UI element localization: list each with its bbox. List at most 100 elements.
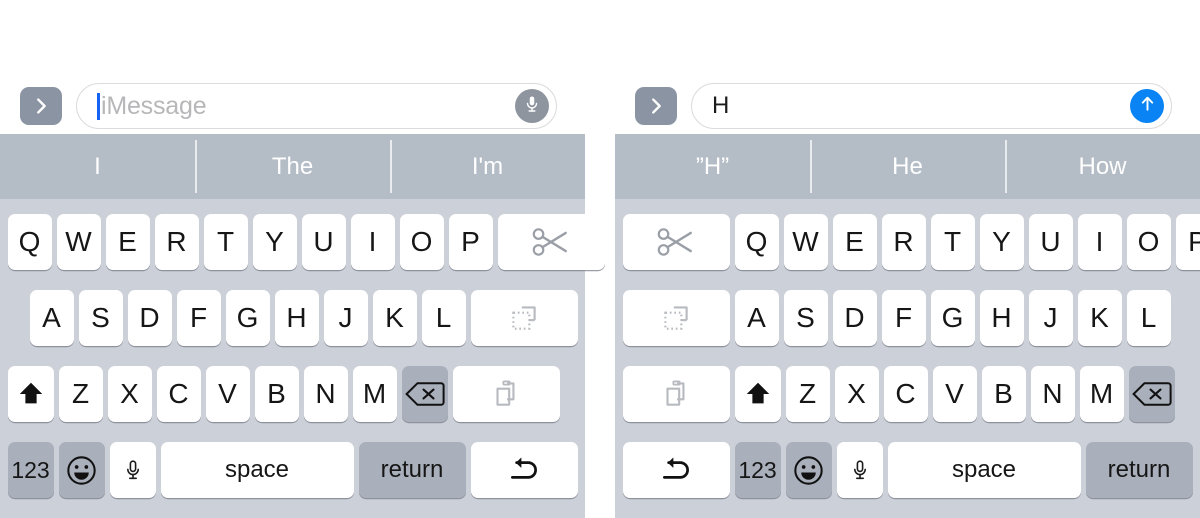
key-w[interactable]: W — [56, 214, 101, 270]
undo-arrow-icon — [505, 454, 543, 486]
key-label: E — [118, 226, 137, 257]
key-i[interactable]: I — [350, 214, 395, 270]
key-e[interactable]: E — [832, 214, 877, 270]
key-j[interactable]: J — [1028, 290, 1073, 346]
prediction-item[interactable]: How — [1005, 134, 1200, 199]
key-n[interactable]: N — [303, 366, 348, 422]
key-e[interactable]: E — [105, 214, 150, 270]
key-scissors-cut[interactable] — [497, 214, 605, 270]
key-c[interactable]: C — [156, 366, 201, 422]
keyboard-row: ZXCVBNM — [615, 362, 1200, 426]
key-copy[interactable] — [470, 290, 578, 346]
key-label: S — [796, 302, 815, 333]
prediction-item[interactable]: ”H” — [615, 134, 810, 199]
key-h[interactable]: H — [274, 290, 319, 346]
key-f[interactable]: F — [881, 290, 926, 346]
prediction-item[interactable]: The — [195, 134, 390, 199]
key-shift-arrow[interactable] — [7, 366, 54, 422]
message-input-field[interactable]: H — [691, 83, 1172, 129]
key-k[interactable]: K — [372, 290, 417, 346]
app-drawer-button[interactable] — [20, 87, 62, 125]
key-q[interactable]: Q — [734, 214, 779, 270]
key-label: N — [1042, 378, 1063, 409]
predictive-suggestion-bar: I The I'm — [0, 134, 585, 199]
key-o[interactable]: O — [399, 214, 444, 270]
key-v[interactable]: V — [932, 366, 977, 422]
key-label: U — [313, 226, 334, 257]
key-a[interactable]: A — [734, 290, 779, 346]
key-space[interactable]: space — [887, 442, 1081, 498]
key-b[interactable]: B — [254, 366, 299, 422]
key-label: B — [994, 378, 1013, 409]
key-i[interactable]: I — [1077, 214, 1122, 270]
key-backspace-delete[interactable] — [1128, 366, 1175, 422]
key-v[interactable]: V — [205, 366, 250, 422]
message-input-field[interactable]: iMessage — [76, 83, 557, 129]
key-123[interactable]: 123 — [7, 442, 54, 498]
key-p[interactable]: P — [448, 214, 493, 270]
key-l[interactable]: L — [421, 290, 466, 346]
key-n[interactable]: N — [1030, 366, 1075, 422]
key-paste[interactable] — [452, 366, 560, 422]
key-u[interactable]: U — [301, 214, 346, 270]
key-paste[interactable] — [622, 366, 730, 422]
key-z[interactable]: Z — [58, 366, 103, 422]
key-b[interactable]: B — [981, 366, 1026, 422]
key-p[interactable]: P — [1175, 214, 1200, 270]
key-d[interactable]: D — [127, 290, 172, 346]
key-s[interactable]: S — [783, 290, 828, 346]
key-undo-arrow[interactable] — [470, 442, 578, 498]
dictation-button[interactable] — [515, 89, 549, 123]
key-y[interactable]: Y — [979, 214, 1024, 270]
key-r[interactable]: R — [881, 214, 926, 270]
key-microphone[interactable] — [836, 442, 883, 498]
key-space[interactable]: space — [160, 442, 354, 498]
key-j[interactable]: J — [323, 290, 368, 346]
key-123[interactable]: 123 — [734, 442, 781, 498]
key-d[interactable]: D — [832, 290, 877, 346]
key-g[interactable]: G — [930, 290, 975, 346]
key-c[interactable]: C — [883, 366, 928, 422]
key-a[interactable]: A — [29, 290, 74, 346]
key-copy[interactable] — [622, 290, 730, 346]
key-backspace-delete[interactable] — [401, 366, 448, 422]
key-label: G — [236, 302, 259, 333]
key-emoji-smiley[interactable] — [58, 442, 105, 498]
key-undo-arrow[interactable] — [622, 442, 730, 498]
send-button[interactable] — [1130, 89, 1164, 123]
key-r[interactable]: R — [154, 214, 199, 270]
shift-arrow-icon — [16, 379, 46, 409]
key-o[interactable]: O — [1126, 214, 1171, 270]
key-t[interactable]: T — [930, 214, 975, 270]
key-g[interactable]: G — [225, 290, 270, 346]
key-s[interactable]: S — [78, 290, 123, 346]
key-w[interactable]: W — [783, 214, 828, 270]
key-microphone[interactable] — [109, 442, 156, 498]
key-return[interactable]: return — [358, 442, 466, 498]
key-q[interactable]: Q — [7, 214, 52, 270]
prediction-item[interactable]: I — [0, 134, 195, 199]
key-t[interactable]: T — [203, 214, 248, 270]
key-l[interactable]: L — [1126, 290, 1171, 346]
message-input-placeholder: iMessage — [101, 91, 207, 120]
prediction-item[interactable]: I'm — [390, 134, 585, 199]
copy-icon — [659, 301, 693, 335]
prediction-item[interactable]: He — [810, 134, 1005, 199]
key-u[interactable]: U — [1028, 214, 1073, 270]
key-h[interactable]: H — [979, 290, 1024, 346]
key-x[interactable]: X — [107, 366, 152, 422]
key-emoji-smiley[interactable] — [785, 442, 832, 498]
key-y[interactable]: Y — [252, 214, 297, 270]
key-f[interactable]: F — [176, 290, 221, 346]
app-drawer-button[interactable] — [635, 87, 677, 125]
key-shift-arrow[interactable] — [734, 366, 781, 422]
key-scissors-cut[interactable] — [622, 214, 730, 270]
key-k[interactable]: K — [1077, 290, 1122, 346]
key-label: R — [166, 226, 187, 257]
key-m[interactable]: M — [1079, 366, 1124, 422]
key-z[interactable]: Z — [785, 366, 830, 422]
paste-icon — [659, 377, 693, 411]
key-return[interactable]: return — [1085, 442, 1193, 498]
key-x[interactable]: X — [834, 366, 879, 422]
key-m[interactable]: M — [352, 366, 397, 422]
